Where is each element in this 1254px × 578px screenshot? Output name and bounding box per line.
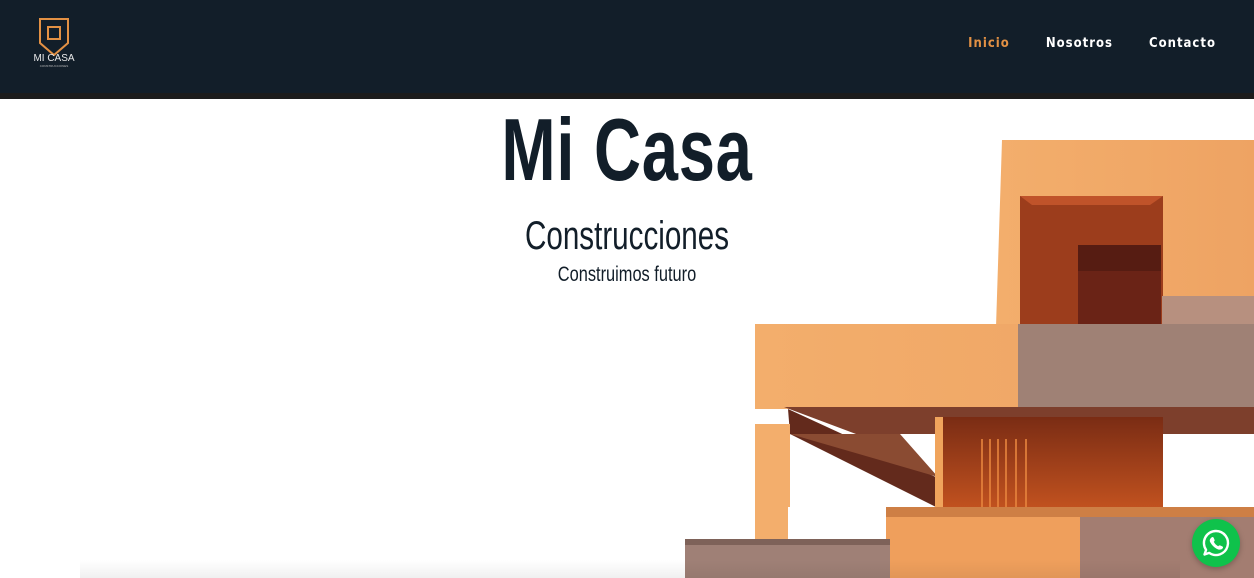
nav-link-inicio[interactable]: Inicio	[968, 35, 1010, 53]
nav-link-contacto[interactable]: Contacto	[1149, 35, 1216, 53]
whatsapp-icon	[1202, 529, 1230, 557]
hero-tagline: Construimos futuro	[557, 263, 697, 286]
main-nav: Inicio Nosotros Contacto	[968, 35, 1216, 53]
section-shadow	[80, 560, 1180, 578]
logo-wordmark: MI CASA	[33, 53, 75, 64]
site-header: MI CASA CONSTRUCCIONES Inicio Nosotros C…	[0, 0, 1254, 99]
site-logo[interactable]: MI CASA CONSTRUCCIONES	[31, 17, 77, 75]
logo-subtitle: CONSTRUCCIONES	[39, 64, 69, 68]
nav-link-nosotros[interactable]: Nosotros	[1046, 35, 1113, 53]
whatsapp-button[interactable]	[1192, 519, 1240, 567]
house-logo-icon	[39, 18, 69, 57]
hero-subtitle: Construcciones	[524, 214, 730, 258]
hero-title: Mi Casa	[501, 100, 753, 199]
